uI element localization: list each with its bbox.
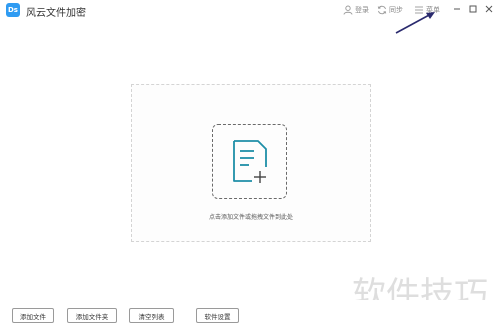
maximize-button[interactable]: [466, 2, 480, 16]
settings-button[interactable]: 软件设置: [196, 308, 239, 323]
close-button[interactable]: [482, 2, 496, 16]
minimize-icon: [454, 8, 460, 10]
close-icon: [485, 5, 493, 13]
login-button[interactable]: 登录: [343, 4, 369, 16]
add-document-button[interactable]: [212, 124, 287, 199]
user-icon: [343, 5, 353, 15]
drop-hint-text: 点击添加文件或拖拽文件到此处: [208, 214, 293, 221]
login-label: 登录: [355, 6, 369, 14]
clear-list-button[interactable]: 清空列表: [129, 308, 174, 323]
annotation-arrow-icon: [395, 12, 435, 34]
bottom-toolbar: 添加文件 添加文件夹 清空列表 软件设置: [0, 300, 500, 330]
minimize-button[interactable]: [450, 2, 464, 16]
add-folder-button[interactable]: 添加文件夹: [67, 308, 117, 323]
app-title: 风云文件加密: [26, 8, 86, 19]
sync-icon: [377, 5, 387, 15]
maximize-icon: [469, 5, 477, 13]
add-file-button[interactable]: 添加文件: [12, 308, 54, 323]
app-logo-icon: Ds: [6, 3, 20, 17]
document-add-icon: [232, 139, 267, 183]
